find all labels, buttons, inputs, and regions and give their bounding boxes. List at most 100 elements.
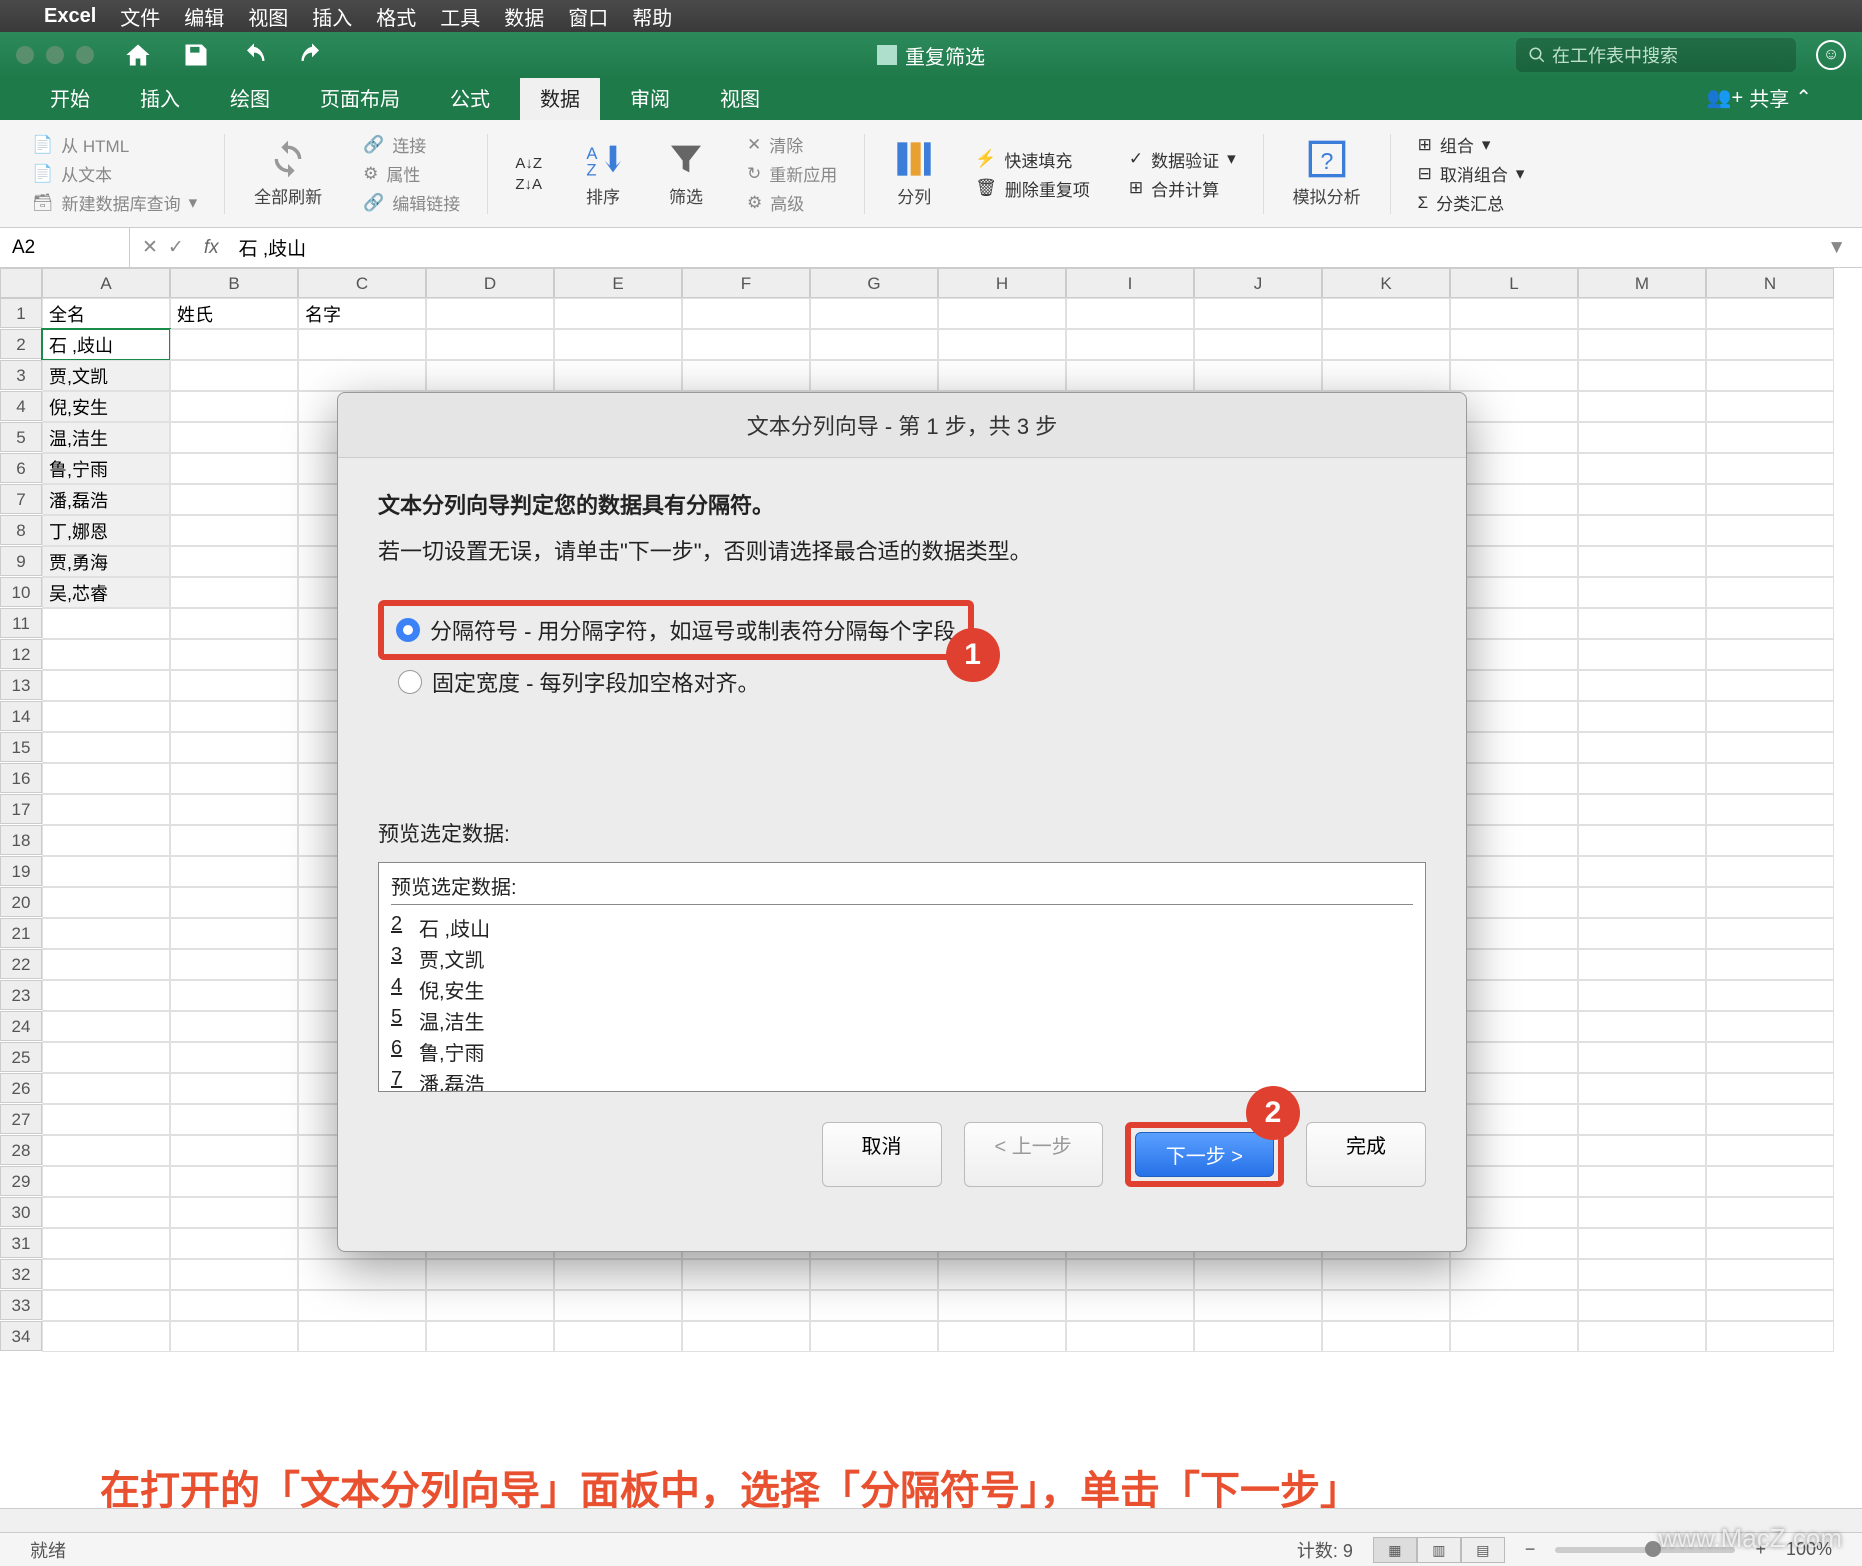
cell-B17[interactable] <box>170 794 298 825</box>
cell-B22[interactable] <box>170 949 298 980</box>
cell-L8[interactable] <box>1450 515 1578 546</box>
cell-B31[interactable] <box>170 1228 298 1259</box>
subtotal-button[interactable]: Σ 分类汇总 <box>1418 190 1525 215</box>
cell-A10[interactable]: 吴,芯睿 <box>42 577 170 608</box>
new-db-query-button[interactable]: 🗃 新建数据库查询 ▾ <box>32 190 197 215</box>
cell-I3[interactable] <box>1066 360 1194 391</box>
cell-L1[interactable] <box>1450 298 1578 329</box>
cell-G34[interactable] <box>810 1321 938 1352</box>
cell-A27[interactable] <box>42 1104 170 1135</box>
cell-A32[interactable] <box>42 1259 170 1290</box>
row-header-19[interactable]: 19 <box>0 856 42 886</box>
menu-data[interactable]: 数据 <box>504 2 544 31</box>
cell-M11[interactable] <box>1578 608 1706 639</box>
user-avatar-icon[interactable]: ☺ <box>1816 40 1846 70</box>
cell-F3[interactable] <box>682 360 810 391</box>
cell-N33[interactable] <box>1706 1290 1834 1321</box>
cell-B10[interactable] <box>170 577 298 608</box>
cell-B9[interactable] <box>170 546 298 577</box>
cell-N31[interactable] <box>1706 1228 1834 1259</box>
col-header-L[interactable]: L <box>1450 268 1578 298</box>
cell-M21[interactable] <box>1578 918 1706 949</box>
minimize-window-icon[interactable] <box>46 46 64 64</box>
cell-A20[interactable] <box>42 887 170 918</box>
cell-N13[interactable] <box>1706 670 1834 701</box>
cell-N16[interactable] <box>1706 763 1834 794</box>
cell-L24[interactable] <box>1450 1011 1578 1042</box>
cell-C2[interactable] <box>298 329 426 360</box>
cell-M15[interactable] <box>1578 732 1706 763</box>
cell-I33[interactable] <box>1066 1290 1194 1321</box>
cell-B13[interactable] <box>170 670 298 701</box>
cell-A2[interactable]: 石 ,歧山 <box>42 329 170 360</box>
save-icon[interactable] <box>182 41 210 69</box>
cell-A4[interactable]: 倪,安生 <box>42 391 170 422</box>
cell-A5[interactable]: 温,洁生 <box>42 422 170 453</box>
cell-N1[interactable] <box>1706 298 1834 329</box>
sort-button[interactable]: AZ 排序 <box>569 135 637 212</box>
menu-window[interactable]: 窗口 <box>568 2 608 31</box>
advanced-filter-button[interactable]: ⚙ 高级 <box>747 190 837 215</box>
select-all-corner[interactable] <box>0 268 42 298</box>
cell-A11[interactable] <box>42 608 170 639</box>
row-header-28[interactable]: 28 <box>0 1135 42 1165</box>
formula-input[interactable]: 石 ,歧山 <box>227 234 1812 261</box>
cell-N27[interactable] <box>1706 1104 1834 1135</box>
row-header-32[interactable]: 32 <box>0 1259 42 1289</box>
cell-J3[interactable] <box>1194 360 1322 391</box>
flash-fill-button[interactable]: ⚡ 快速填充 <box>975 147 1090 172</box>
col-header-E[interactable]: E <box>554 268 682 298</box>
formula-expand-icon[interactable]: ▼ <box>1811 237 1862 259</box>
cell-L15[interactable] <box>1450 732 1578 763</box>
cell-B14[interactable] <box>170 701 298 732</box>
cell-F34[interactable] <box>682 1321 810 1352</box>
cell-I2[interactable] <box>1066 329 1194 360</box>
cell-L23[interactable] <box>1450 980 1578 1011</box>
undo-icon[interactable] <box>240 41 268 69</box>
next-button[interactable]: 下一步 > <box>1135 1132 1274 1177</box>
home-icon[interactable] <box>124 41 152 69</box>
menu-file[interactable]: 文件 <box>120 2 160 31</box>
fx-label[interactable]: fx <box>196 237 227 259</box>
cell-H33[interactable] <box>938 1290 1066 1321</box>
cell-N34[interactable] <box>1706 1321 1834 1352</box>
cell-B28[interactable] <box>170 1135 298 1166</box>
menu-help[interactable]: 帮助 <box>632 2 672 31</box>
cell-N24[interactable] <box>1706 1011 1834 1042</box>
cell-M29[interactable] <box>1578 1166 1706 1197</box>
cell-L14[interactable] <box>1450 701 1578 732</box>
cell-A19[interactable] <box>42 856 170 887</box>
row-header-12[interactable]: 12 <box>0 639 42 669</box>
cell-A29[interactable] <box>42 1166 170 1197</box>
row-header-26[interactable]: 26 <box>0 1073 42 1103</box>
cell-B7[interactable] <box>170 484 298 515</box>
row-header-24[interactable]: 24 <box>0 1011 42 1041</box>
cell-N17[interactable] <box>1706 794 1834 825</box>
cell-L13[interactable] <box>1450 670 1578 701</box>
cell-L27[interactable] <box>1450 1104 1578 1135</box>
row-header-21[interactable]: 21 <box>0 918 42 948</box>
data-validation-button[interactable]: ✓ 数据验证 ▾ <box>1129 147 1236 172</box>
cell-B12[interactable] <box>170 639 298 670</box>
cell-J32[interactable] <box>1194 1259 1322 1290</box>
cancel-formula-icon[interactable]: ✕ <box>142 236 158 259</box>
row-header-33[interactable]: 33 <box>0 1290 42 1320</box>
cell-L20[interactable] <box>1450 887 1578 918</box>
cell-L10[interactable] <box>1450 577 1578 608</box>
cell-H2[interactable] <box>938 329 1066 360</box>
cell-B15[interactable] <box>170 732 298 763</box>
cell-A21[interactable] <box>42 918 170 949</box>
cell-C1[interactable]: 名字 <box>298 298 426 329</box>
tab-view[interactable]: 视图 <box>700 75 780 120</box>
cell-N15[interactable] <box>1706 732 1834 763</box>
menu-view[interactable]: 视图 <box>248 2 288 31</box>
cell-C3[interactable] <box>298 360 426 391</box>
cell-J34[interactable] <box>1194 1321 1322 1352</box>
group-button[interactable]: ⊞ 组合 ▾ <box>1418 132 1525 157</box>
cell-K34[interactable] <box>1322 1321 1450 1352</box>
cell-A33[interactable] <box>42 1290 170 1321</box>
tab-page-layout[interactable]: 页面布局 <box>300 75 420 120</box>
cell-F33[interactable] <box>682 1290 810 1321</box>
cell-B27[interactable] <box>170 1104 298 1135</box>
cell-B6[interactable] <box>170 453 298 484</box>
